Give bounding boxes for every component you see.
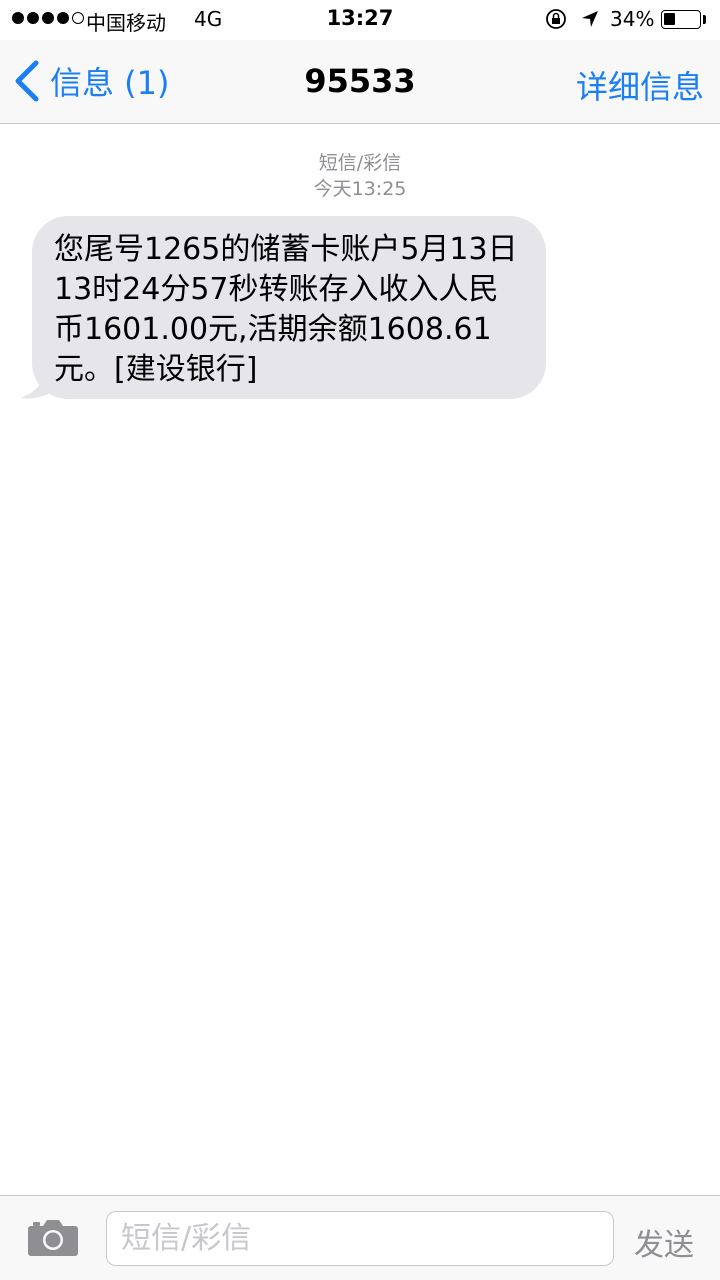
- incoming-message-bubble[interactable]: 您尾号1265的储蓄卡账户5月13日13时24分57秒转账存入收入人民币1601…: [32, 216, 546, 399]
- compose-bar: 发送: [0, 1195, 720, 1280]
- camera-icon[interactable]: [27, 1216, 79, 1258]
- battery-icon: [661, 10, 701, 29]
- details-button[interactable]: 详细信息: [576, 62, 704, 108]
- send-button[interactable]: 发送: [634, 1220, 694, 1264]
- battery-fill: [664, 13, 675, 25]
- battery-tip: [703, 15, 706, 24]
- lock-rotation-icon: [546, 9, 566, 29]
- status-bar: 中国移动 4G 13:27 34%: [0, 0, 720, 40]
- navigation-bar: 信息 (1) 95533 详细信息: [0, 40, 720, 124]
- message-timestamp: 今天13:25: [313, 178, 407, 200]
- message-type-label: 短信/彩信: [318, 152, 402, 174]
- location-arrow-icon: [582, 11, 598, 27]
- message-input[interactable]: [106, 1211, 614, 1266]
- battery-percent: 34%: [610, 7, 655, 31]
